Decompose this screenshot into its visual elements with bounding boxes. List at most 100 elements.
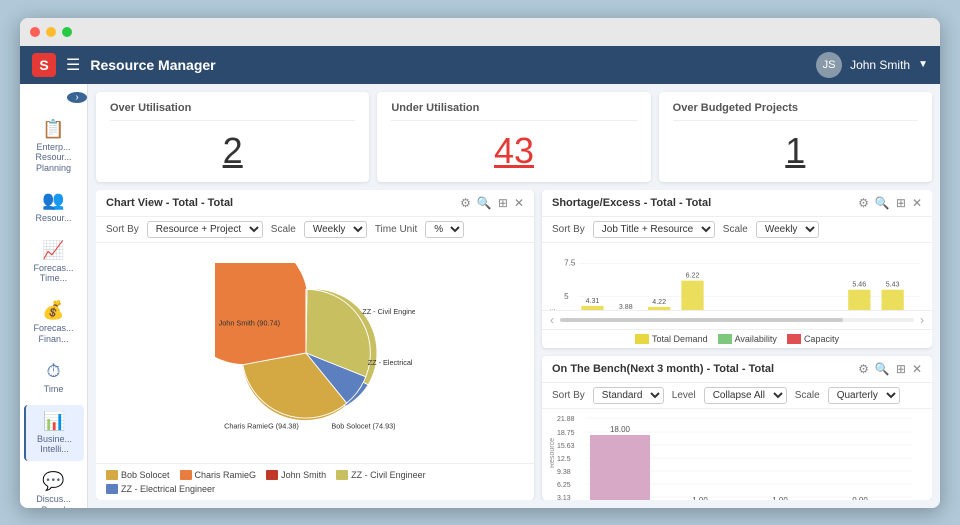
- stats-row: Over Utilisation 2 Under Utilisation 43 …: [96, 92, 932, 182]
- bench-expand-icon[interactable]: ⊞: [896, 362, 906, 376]
- close-icon[interactable]: ✕: [514, 196, 524, 210]
- sidebar-label-forecast-time: Forecas... Time...: [28, 263, 80, 285]
- sidebar-label-discuss: Discus... Board: [28, 494, 80, 507]
- forecast-fin-icon: 💰: [42, 300, 64, 321]
- sidebar-item-forecast-time[interactable]: 📈 Forecas... Time...: [24, 234, 84, 291]
- svg-text:18.75: 18.75: [557, 430, 575, 437]
- shortage-sort-select[interactable]: Job Title + Resource: [593, 221, 715, 238]
- chart-view-header: Chart View - Total - Total ⚙ 🔍 ⊞ ✕: [96, 190, 534, 217]
- svg-text:Resource: Resource: [550, 438, 556, 468]
- svg-text:12.5: 12.5: [557, 456, 571, 463]
- svg-text:Bob Solocet (74.93): Bob Solocet (74.93): [331, 421, 395, 430]
- shortage-panel: Shortage/Excess - Total - Total ⚙ 🔍 ⊞ ✕ …: [542, 190, 932, 348]
- svg-text:Charis RamieG (94.38): Charis RamieG (94.38): [224, 421, 299, 430]
- bi-icon: 📊: [43, 411, 65, 432]
- stat-over-budget-value[interactable]: 1: [673, 130, 918, 172]
- legend-color-bob: [106, 470, 118, 480]
- shortage-bar-chart: 7.5 5 2.5 0 FTE: [550, 247, 924, 310]
- legend-item-bob: Bob Solocet: [106, 470, 170, 480]
- bench-icons: ⚙ 🔍 ⊞ ✕: [858, 362, 922, 376]
- legend-capacity: Capacity: [787, 334, 839, 344]
- bench-level-select[interactable]: Collapse All: [704, 387, 787, 404]
- legend-item-charis: Charis RamieG: [180, 470, 257, 480]
- svg-text:5.46: 5.46: [852, 281, 866, 288]
- hamburger-icon[interactable]: ☰: [66, 55, 80, 75]
- expand-icon[interactable]: ⊞: [498, 196, 508, 210]
- shortage-header: Shortage/Excess - Total - Total ⚙ 🔍 ⊞ ✕: [542, 190, 932, 217]
- legend-item-electrical: ZZ - Electrical Engineer: [106, 484, 215, 494]
- discuss-icon: 💬: [42, 471, 64, 492]
- legend-total-demand: Total Demand: [635, 334, 708, 344]
- svg-text:6.25: 6.25: [557, 482, 571, 489]
- shortage-scale-select[interactable]: Weekly: [756, 221, 819, 238]
- shortage-filter-icon[interactable]: ⚙: [858, 196, 869, 210]
- chart-view-icons: ⚙ 🔍 ⊞ ✕: [460, 196, 524, 210]
- bench-close-icon[interactable]: ✕: [912, 362, 922, 376]
- sidebar-item-enterprise[interactable]: 📋 Enterp... Resour... Planning: [24, 113, 84, 180]
- svg-text:ZZ - Electrical Engineer (26.0: ZZ - Electrical Engineer (26.03): [368, 357, 415, 366]
- scroll-right-icon[interactable]: ›: [920, 313, 924, 327]
- sort-by-select[interactable]: Resource + Project: [147, 221, 263, 238]
- svg-text:0.00: 0.00: [852, 496, 868, 500]
- chevron-down-icon: ▼: [918, 59, 928, 70]
- browser-dot-green[interactable]: [62, 27, 72, 37]
- bench-level-label: Level: [672, 390, 696, 401]
- bench-title: On The Bench(Next 3 month) - Total - Tot…: [552, 363, 774, 375]
- legend-label-avail: Availability: [735, 334, 777, 344]
- chart-view-panel: Chart View - Total - Total ⚙ 🔍 ⊞ ✕ Sort …: [96, 190, 534, 500]
- legend-label-electrical: ZZ - Electrical Engineer: [121, 484, 215, 494]
- svg-text:5.43: 5.43: [886, 281, 900, 288]
- time-unit-select[interactable]: %: [425, 221, 464, 238]
- browser-dot-yellow[interactable]: [46, 27, 56, 37]
- scale-label: Scale: [271, 224, 296, 235]
- bench-scale-label: Scale: [795, 390, 820, 401]
- pie-chart-area: ZZ - Civil Engineer (86.30) ZZ - Electri…: [96, 243, 534, 463]
- svg-text:1.00: 1.00: [772, 496, 788, 500]
- scale-select[interactable]: Weekly: [304, 221, 367, 238]
- sidebar-item-resource[interactable]: 👥 Resour...: [24, 184, 84, 230]
- bottom-row: Chart View - Total - Total ⚙ 🔍 ⊞ ✕ Sort …: [96, 190, 932, 500]
- legend-availability: Availability: [718, 334, 777, 344]
- svg-text:18.00: 18.00: [610, 425, 631, 434]
- user-menu[interactable]: JS John Smith ▼: [816, 52, 928, 78]
- bench-scale-select[interactable]: Quarterly: [828, 387, 900, 404]
- forecast-time-icon: 📈: [42, 240, 64, 261]
- bench-bar-chart: 21.88 18.75 15.63 12.5 9.38 6.25 3.13 0: [550, 413, 924, 500]
- svg-text:1.00: 1.00: [692, 496, 708, 500]
- sidebar-label-forecast-fin: Forecas... Finan...: [28, 323, 80, 345]
- legend-item-civil: ZZ - Civil Engineer: [336, 470, 426, 480]
- shortage-close-icon[interactable]: ✕: [912, 196, 922, 210]
- sidebar-item-time[interactable]: ⏱ Time: [24, 355, 84, 401]
- shortage-chart-area: 7.5 5 2.5 0 FTE: [542, 243, 932, 310]
- sidebar-item-discuss[interactable]: 💬 Discus... Board: [24, 465, 84, 507]
- stat-under-utilisation-value[interactable]: 43: [391, 130, 636, 172]
- stat-over-utilisation-value[interactable]: 2: [110, 130, 355, 172]
- svg-text:9.38: 9.38: [557, 469, 571, 476]
- scroll-left-icon[interactable]: ‹: [550, 313, 554, 327]
- bench-search-icon[interactable]: 🔍: [875, 362, 890, 376]
- bench-sort-select[interactable]: Standard: [593, 387, 664, 404]
- legend-label-bob: Bob Solocet: [121, 470, 170, 480]
- sidebar-item-bi[interactable]: 📊 Busine... Intelli...: [24, 405, 84, 462]
- bench-filter-icon[interactable]: ⚙: [858, 362, 869, 376]
- filter-icon[interactable]: ⚙: [460, 196, 471, 210]
- shortage-expand-icon[interactable]: ⊞: [896, 196, 906, 210]
- shortage-title: Shortage/Excess - Total - Total: [552, 197, 711, 209]
- avatar: JS: [816, 52, 842, 78]
- svg-text:FTE: FTE: [550, 308, 557, 310]
- sidebar-label-enterprise: Enterp... Resour... Planning: [28, 142, 80, 174]
- shortage-sort-label: Sort By: [552, 224, 585, 235]
- sidebar-item-forecast-fin[interactable]: 💰 Forecas... Finan...: [24, 294, 84, 351]
- legend-color-demand: [635, 334, 649, 344]
- sidebar-label-time: Time: [44, 384, 64, 395]
- stat-over-budget: Over Budgeted Projects 1: [659, 92, 932, 182]
- bench-chart-area: 21.88 18.75 15.63 12.5 9.38 6.25 3.13 0: [542, 409, 932, 500]
- search-icon[interactable]: 🔍: [477, 196, 492, 210]
- sidebar: › 📋 Enterp... Resour... Planning 👥 Resou…: [20, 84, 88, 508]
- top-nav: S ☰ Resource Manager JS John Smith ▼: [20, 46, 940, 84]
- browser-dot-red[interactable]: [30, 27, 40, 37]
- sidebar-toggle-button[interactable]: ›: [67, 92, 87, 103]
- chart-view-title: Chart View - Total - Total: [106, 197, 233, 209]
- shortage-search-icon[interactable]: 🔍: [875, 196, 890, 210]
- legend-item-john: John Smith: [266, 470, 326, 480]
